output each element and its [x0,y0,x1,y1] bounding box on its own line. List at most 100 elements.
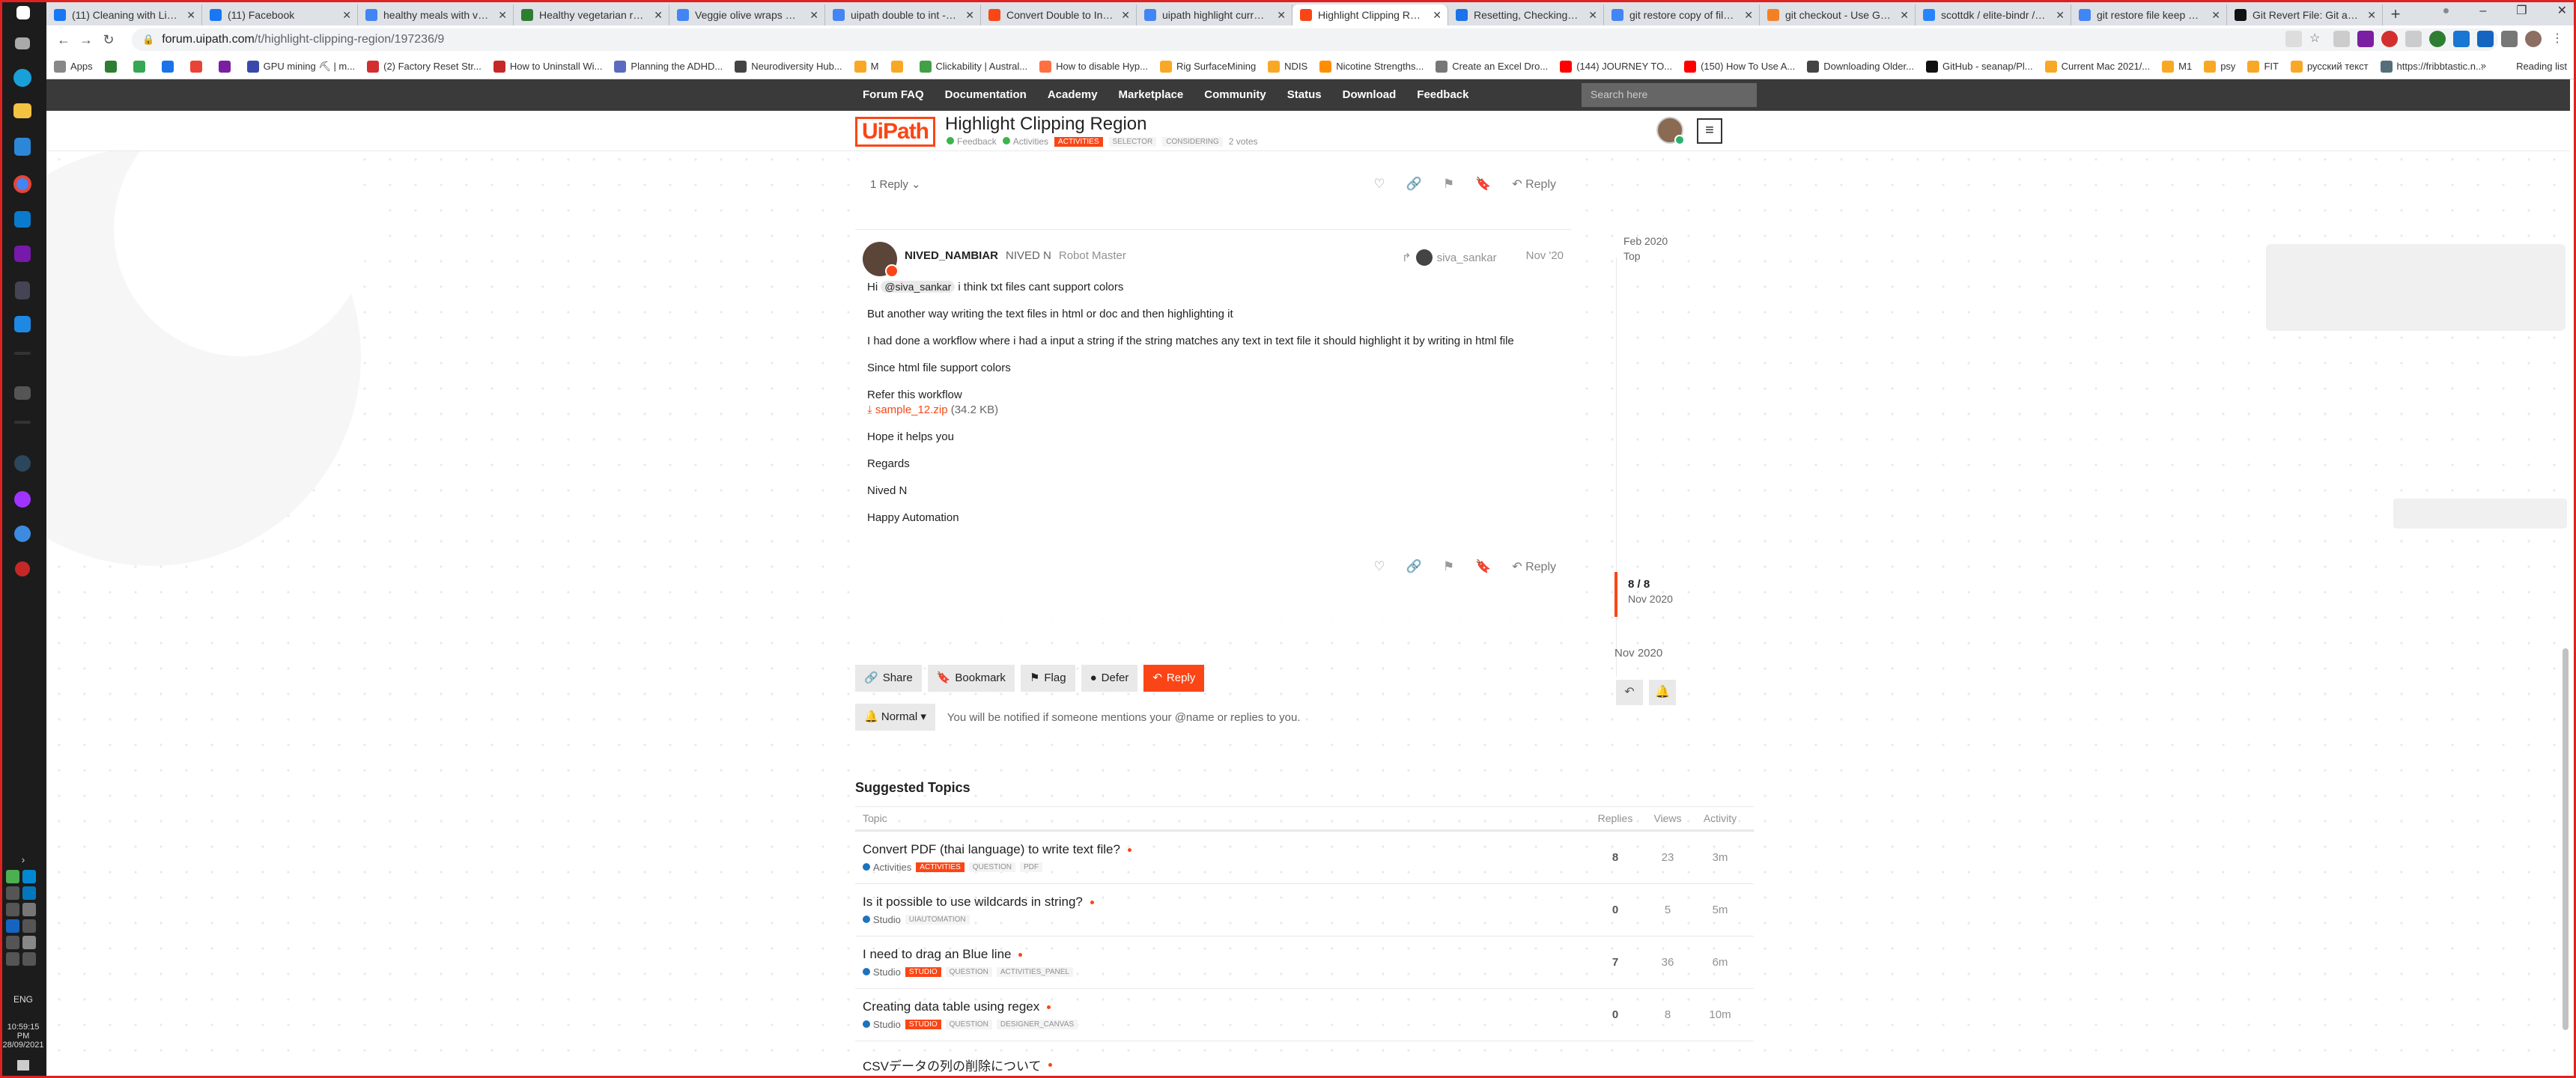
forum-nav-link[interactable]: Download [1343,79,1397,111]
flag-button[interactable]: ⚑ Flag [1020,665,1075,692]
like-heart-icon[interactable]: ♡ [1373,177,1385,192]
post-username[interactable]: NIVED_NAMBIAR [905,249,998,262]
timeline-reply-icon[interactable]: ↶ [1616,680,1643,705]
tab-close-icon[interactable]: ✕ [1900,4,1909,25]
table-row[interactable]: CSVデータの列の削除について [855,1041,1754,1076]
tray-icon[interactable] [22,870,36,883]
bookmark-item[interactable]: (144) JOURNEY TO... [1560,60,1672,73]
reply-to-tab[interactable]: ↱ siva_sankar [1402,249,1497,266]
reply-button[interactable]: ↶ Reply [1512,559,1556,574]
vscode-icon[interactable] [14,211,31,228]
forum-search-input[interactable]: Search here [1582,83,1757,107]
topic-tag[interactable]: QUESTION [945,1020,992,1029]
bookmark-icon[interactable]: 🔖 [1475,559,1491,574]
tag-selector[interactable]: SELECTOR [1108,136,1157,147]
app-red-icon[interactable] [15,561,30,576]
extension-icon[interactable] [2357,31,2374,47]
language-indicator[interactable]: ENG [0,994,46,1005]
tray-icon[interactable] [6,870,19,883]
tray-icon[interactable] [22,952,36,966]
star-icon[interactable]: ☆ [2309,31,2326,47]
bookmark-item[interactable]: Current Mac 2021/... [2044,60,2150,73]
lock-icon[interactable]: 🔒 [142,34,154,46]
bookmark-button[interactable]: 🔖 Bookmark [927,665,1015,692]
table-row[interactable]: I need to drag an Blue line Studio STUDIO Q… [855,937,1754,989]
task-view-icon[interactable] [15,37,30,49]
bookmark-item[interactable]: https://fribbtastic.n... [2380,60,2484,73]
edge-icon[interactable] [13,69,31,87]
uipath-logo[interactable]: UiPath [855,117,936,147]
topic-tag[interactable]: STUDIO [905,967,941,977]
tab-close-icon[interactable]: ✕ [1588,4,1597,25]
install-icon[interactable] [2285,31,2302,47]
messenger-icon[interactable] [14,491,31,508]
activity-cell[interactable]: 10m [1694,1008,1746,1021]
forum-nav-link[interactable]: Community [1204,79,1266,111]
back-button[interactable]: ← [52,32,75,48]
address-bar[interactable]: 🔒 forum.uipath.com/t/highlight-clipping-… [132,28,2498,51]
extension-icon[interactable] [2381,31,2398,47]
topic-tag[interactable]: DESIGNER_CANVAS [996,1020,1078,1029]
tab-close-icon[interactable]: ✕ [2367,4,2376,25]
forward-button[interactable]: → [75,32,97,48]
topic-tag[interactable]: PDF [1019,862,1042,872]
copy-link-icon[interactable]: 🔗 [1406,559,1422,574]
forum-nav-link[interactable]: Forum FAQ [863,79,924,111]
bookmark-item[interactable] [104,60,121,73]
tray-icon[interactable] [22,919,36,933]
new-tab-button[interactable]: + [2383,4,2408,25]
browser-tab[interactable]: Highlight Clipping Region ✕ [1292,4,1448,25]
bookmark-item[interactable]: How to disable Hyp... [1039,60,1148,73]
topic-link[interactable]: Creating data table using regex [863,999,1039,1014]
bookmark-item[interactable] [218,60,235,73]
column-topic[interactable]: Topic [863,812,1589,824]
bookmark-item[interactable] [890,60,908,73]
reload-button[interactable]: ↻ [97,32,120,48]
browser-tab[interactable]: (11) Cleaning with Liz | Face ✕ [46,4,202,25]
bookmark-item[interactable]: Downloading Older... [1807,60,1914,73]
timeline-scroller-handle[interactable] [1614,572,1617,617]
topic-tag[interactable]: ACTIVITIES [916,862,965,872]
tag-activities[interactable]: ACTIVITIES [1054,136,1103,147]
copy-link-icon[interactable]: 🔗 [1406,177,1422,192]
forum-nav-link[interactable]: Documentation [945,79,1027,111]
browser-tab[interactable]: Resetting, Checking Out & ✕ [1448,4,1604,25]
forum-nav-link[interactable]: Feedback [1417,79,1468,111]
calculator-icon[interactable] [15,281,30,299]
bookmark-item[interactable]: NDIS [1268,60,1307,73]
browser-tab[interactable]: Convert Double to Integer ✕ [981,4,1137,25]
page-scrollbar[interactable] [2563,648,2569,1030]
bookmark-item[interactable]: FIT [2247,60,2279,73]
extension-icon[interactable] [2477,31,2494,47]
tab-close-icon[interactable]: ✕ [965,4,974,25]
close-window-button[interactable]: ✕ [2557,0,2567,22]
subcategory-link[interactable]: Activities [1002,136,1048,147]
defer-button[interactable]: ● Defer [1081,665,1138,692]
tray-icon[interactable] [6,936,19,949]
bookmark-item[interactable]: psy [2204,60,2235,73]
reading-list-button[interactable]: Reading list [2516,61,2567,72]
menu-kebab-icon[interactable]: ⋮ [2549,31,2566,47]
topic-tag[interactable]: UIAUTOMATION [905,915,970,925]
bookmark-item[interactable]: GPU mining ⛏ | m... [246,60,355,73]
tab-close-icon[interactable]: ✕ [654,4,663,25]
extension-icon[interactable] [2429,31,2446,47]
tray-icon[interactable] [22,903,36,916]
timeline-end-date[interactable]: Nov 2020 [1614,647,1662,660]
like-heart-icon[interactable]: ♡ [1373,559,1385,574]
topic-category[interactable]: Studio [863,966,901,978]
flag-icon[interactable]: ⚑ [1443,177,1454,192]
bookmark-item[interactable]: Apps [54,60,93,73]
taskbar-clock[interactable]: ENG 10:59:15 PM 28/09/2021 [0,994,46,1078]
file-explorer-icon[interactable] [13,103,31,118]
browser-tab[interactable]: Veggie olive wraps with m ✕ [669,4,825,25]
forum-nav-link[interactable]: Marketplace [1119,79,1184,111]
chrome-icon[interactable] [13,175,31,193]
minimize-button[interactable]: – [2479,0,2486,22]
extension-icon[interactable] [2405,31,2422,47]
reply-button[interactable]: ↶ Reply [1512,177,1556,192]
browser-tab[interactable]: git restore copy of file kee ✕ [1604,4,1760,25]
app-gray-icon[interactable] [14,421,31,424]
timeline-bell-icon[interactable]: 🔔 [1649,680,1676,705]
bookmark-item[interactable]: Create an Excel Dro... [1436,60,1548,73]
